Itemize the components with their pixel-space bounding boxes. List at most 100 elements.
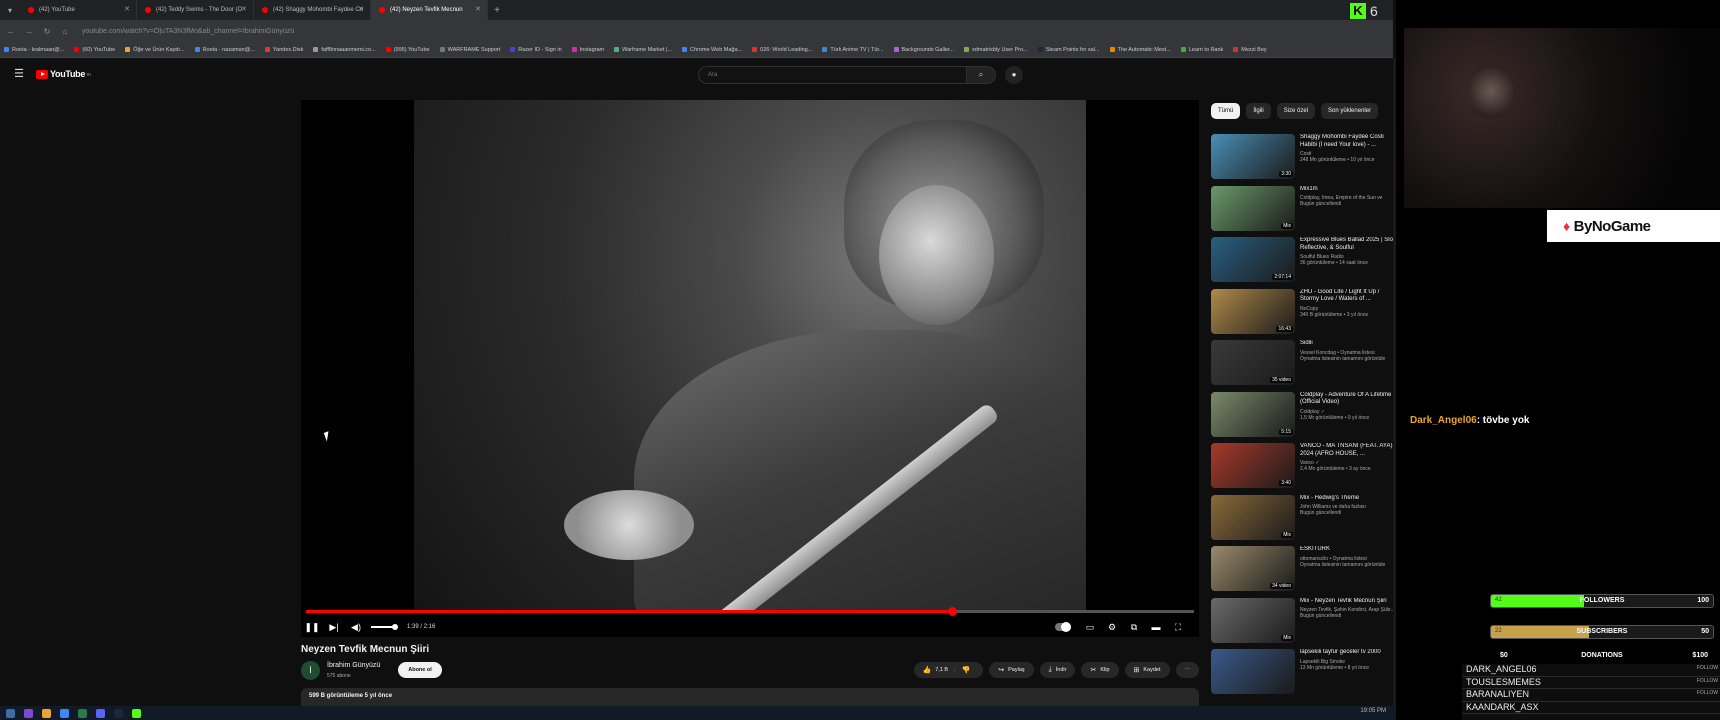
chrome-icon[interactable] (60, 708, 69, 718)
taskbar-app-icon[interactable] (78, 708, 87, 718)
bookmark-item[interactable]: Roeta - kralmaan@... (4, 47, 64, 53)
close-tab-icon[interactable]: ✕ (475, 5, 481, 13)
bookmark-item[interactable]: Instagram (571, 47, 604, 53)
bookmark-item[interactable]: Warframe Market |... (614, 47, 672, 53)
address-bar[interactable]: youtube.com/watch?v=O|uTA3N3fMo&ab_chann… (82, 28, 294, 35)
video-thumbnail[interactable]: 5:15 (1211, 391, 1295, 437)
video-thumbnail[interactable] (1211, 649, 1295, 694)
search-input[interactable]: Ara (698, 66, 976, 84)
discord-icon[interactable] (96, 708, 105, 718)
browser-tab[interactable]: (42) Shaggy Mohombi Faydee Co ✕ (254, 0, 371, 20)
video-thumbnail[interactable]: 34 video (1211, 546, 1295, 591)
recommendation-title[interactable]: lapsekili tayfur geceler tv 2000 (1300, 649, 1400, 657)
video-thumbnail[interactable]: 3:40 (1211, 443, 1295, 488)
microphone-icon[interactable]: ● (1005, 66, 1023, 84)
video-thumbnail[interactable]: Mix (1211, 597, 1295, 643)
forward-icon[interactable]: → (22, 27, 36, 36)
scrubber-handle[interactable] (948, 607, 958, 616)
bookmark-item[interactable]: Razer ID - Sign in (510, 47, 562, 53)
taskbar-app-icon[interactable] (42, 708, 51, 718)
recommendation-title[interactable]: Expressive Blues Ballad 2025 | Slow, Ref… (1300, 237, 1400, 252)
channel-name[interactable]: İbrahim Günyüzü (327, 662, 380, 669)
channel-avatar[interactable]: İ (301, 661, 320, 680)
save-button[interactable]: ⊞ Kaydet (1124, 662, 1170, 678)
more-actions-icon[interactable]: ⋯ (1175, 662, 1199, 678)
recommendation-title[interactable]: Mix1m (1300, 186, 1400, 194)
bookmark-item[interactable]: The Automatic Mest... (1109, 47, 1171, 53)
back-icon[interactable]: ← (4, 27, 18, 36)
recommendation-title[interactable]: ZHU - Good Life / Light It Up / Stormy L… (1300, 289, 1400, 304)
subtitles-icon[interactable]: ▭ (1079, 622, 1101, 633)
settings-gear-icon[interactable]: ⚙ (1101, 622, 1123, 633)
reload-icon[interactable]: ↻ (40, 27, 54, 36)
video-thumbnail[interactable]: 16:43 (1211, 288, 1295, 334)
bookmark-item[interactable]: Steam Points for sal... (1037, 47, 1100, 53)
browser-tab[interactable]: (42) YouTube ✕ (20, 0, 137, 20)
close-tab-icon[interactable]: ✕ (124, 5, 130, 13)
share-button[interactable]: ↪ Paylaş (989, 662, 1034, 678)
close-tab-icon[interactable]: ✕ (241, 5, 247, 13)
recommendation-item[interactable]: 3:40 VANCO - MA TNSANI (FEAT. AYA) 2024 (… (1211, 443, 1411, 495)
taskbar-app-icon[interactable] (24, 708, 33, 718)
bookmark-item[interactable]: xdmatrixbly User Pro... (964, 47, 1028, 53)
pause-icon[interactable]: ❚❚ (301, 622, 323, 633)
fullscreen-icon[interactable]: ⛶ (1167, 622, 1189, 633)
video-player[interactable]: ❚❚ ▶| ◀) 1:39 / 2:16 ▭ ⚙ ⧉ ▬ ⛶ (301, 100, 1199, 637)
recommendation-item[interactable]: Mix Mix1m Coldplay, Imea, Empire of the Su… (1211, 185, 1411, 238)
recommendation-title[interactable]: Mix - Neyzen Tevfik Mecnun Şiiri (1300, 598, 1400, 606)
search-icon[interactable]: ⌕ (966, 66, 996, 84)
browser-tab[interactable]: (42) Teddy Swims - The Door (O ✕ (137, 0, 254, 20)
next-icon[interactable]: ▶| (323, 622, 345, 633)
bookmark-item[interactable]: Mezzi Bey (1233, 47, 1267, 53)
close-tab-icon[interactable]: ✕ (358, 5, 364, 13)
bookmark-item[interactable]: Learn to Rank (1180, 47, 1223, 53)
bookmark-item[interactable]: Backgrounds Galler... (893, 47, 954, 53)
recommendation-item[interactable]: 35 video Sidili Vessel Koncdag • Oynatma l… (1211, 340, 1411, 392)
start-icon[interactable] (6, 708, 15, 718)
bookmark-item[interactable]: Chrome Web Mağa... (681, 47, 742, 53)
miniplayer-icon[interactable]: ⧉ (1123, 622, 1145, 633)
bookmark-item[interactable]: faff8nnaaanmemi.co... (313, 47, 376, 53)
video-thumbnail[interactable]: 3:30 (1211, 134, 1295, 179)
recommendation-item[interactable]: lapsekili tayfur geceler tv 2000 Lapsekil… (1211, 649, 1411, 701)
tab-search-icon[interactable]: ▾ (0, 0, 20, 20)
thumbs-down-icon[interactable]: 👎 (962, 666, 971, 674)
video-thumbnail[interactable]: Mix (1211, 494, 1295, 540)
autoplay-toggle[interactable] (1055, 622, 1071, 632)
recommendation-item[interactable]: Mix Mix - Neyzen Tevfik Mecnun Şiiri Neyze… (1211, 597, 1411, 650)
home-icon[interactable]: ⌂ (58, 27, 72, 36)
video-thumbnail[interactable]: Mix (1211, 185, 1295, 231)
clip-button[interactable]: ✂ Klip (1081, 662, 1119, 678)
recommendation-title[interactable]: Sidili (1300, 340, 1400, 348)
volume-icon[interactable]: ◀) (345, 622, 367, 633)
video-thumbnail[interactable]: 2:07:14 (1211, 237, 1295, 282)
youtube-logo[interactable]: YouTube TR (36, 69, 91, 79)
video-frame[interactable] (414, 100, 1086, 610)
recommendation-item[interactable]: 16:43 ZHU - Good Life / Light It Up / Sto… (1211, 288, 1411, 341)
bookmark-item[interactable]: Yandex.Disk (264, 47, 303, 53)
bookmark-item[interactable]: WARFRAME Support (439, 47, 500, 53)
recommendation-item[interactable]: 3:30 Shaggy Mohombi Faydee Costi Habibi (… (1211, 134, 1411, 186)
new-tab-button[interactable]: + (488, 5, 506, 16)
steam-icon[interactable] (114, 708, 123, 718)
chip-for-you[interactable]: Size özel (1276, 103, 1316, 119)
recommendation-title[interactable]: Coldplay - Adventure Of A Lifetime (Offi… (1300, 392, 1400, 407)
bookmark-item[interactable]: 026: World Leading... (752, 47, 812, 53)
volume-slider[interactable] (371, 624, 398, 630)
download-button[interactable]: ⤓ İndir (1039, 662, 1076, 678)
recommendation-title[interactable]: VANCO - MA TNSANI (FEAT. AYA) 2024 (AFRO… (1300, 443, 1400, 458)
chip-related[interactable]: İlgili (1246, 103, 1271, 119)
recommendation-item[interactable]: 2:07:14 Expressive Blues Ballad 2025 | Sl… (1211, 237, 1411, 289)
subscribe-button[interactable]: Abone ol (398, 662, 442, 678)
chip-recent[interactable]: Son yüklenenler (1321, 103, 1379, 119)
bookmark-item[interactable]: Roeta - nazaman@... (194, 47, 255, 53)
bookmark-item[interactable]: (995) YouTube (385, 47, 430, 53)
chip-all[interactable]: Tümü (1211, 103, 1241, 119)
recommendation-item[interactable]: 5:15 Coldplay - Adventure Of A Lifetime (… (1211, 391, 1411, 444)
video-thumbnail[interactable]: 35 video (1211, 340, 1295, 385)
theater-mode-icon[interactable]: ▬ (1145, 622, 1167, 632)
recommendation-item[interactable]: 34 video ESKITURK ottomanscilo • Oynatma l… (1211, 546, 1411, 598)
bookmark-item[interactable]: Türk Anime TV | Tür... (822, 47, 884, 53)
kick-app-icon[interactable] (132, 708, 141, 718)
recommendation-title[interactable]: ESKITURK (1300, 546, 1400, 554)
